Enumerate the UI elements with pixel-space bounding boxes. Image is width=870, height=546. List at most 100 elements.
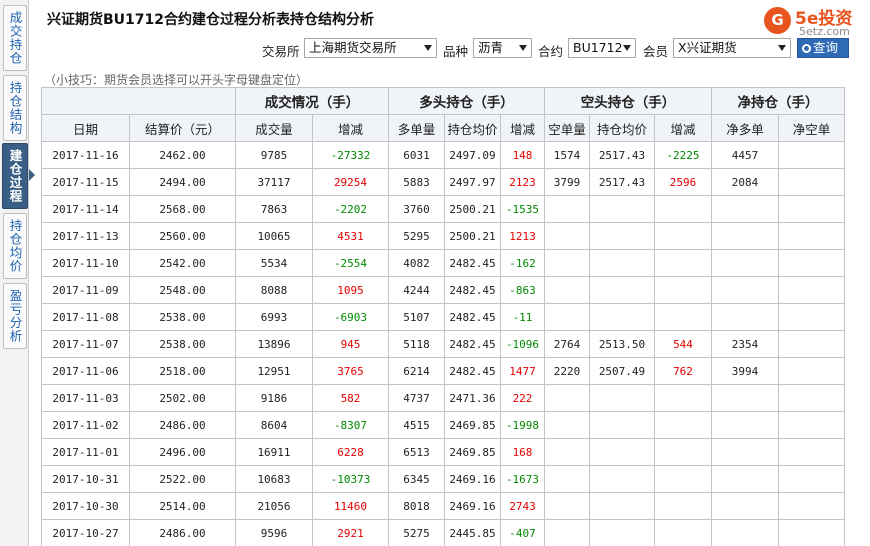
table-cell: 2017-11-06: [41, 357, 130, 385]
table-cell: 3765: [312, 357, 389, 385]
tab-profit-analysis[interactable]: 盈亏分析: [3, 283, 27, 349]
table-cell: 13896: [235, 330, 313, 358]
table-cell: 544: [654, 330, 712, 358]
table-cell: 2764: [544, 330, 590, 358]
table-cell: [711, 492, 779, 520]
table-cell: 37117: [235, 168, 313, 196]
column-header: 结算价（元）: [129, 114, 236, 142]
table-cell: -1535: [500, 195, 545, 223]
table-cell: [778, 438, 845, 466]
table-cell: 6214: [388, 357, 445, 385]
table-cell: -8307: [312, 411, 389, 439]
table-cell: 2497.97: [444, 168, 501, 196]
table-row: 2017-10-27 2486.00 9596 2921 5275 2445.85 -407: [41, 519, 845, 546]
contract-select[interactable]: BU1712: [568, 38, 636, 58]
table-cell: 2017-11-02: [41, 411, 130, 439]
column-header: 成交量: [235, 114, 313, 142]
chevron-down-icon: [778, 45, 786, 51]
table-cell: -27332: [312, 141, 389, 169]
table-cell: 6345: [388, 465, 445, 493]
table-cell: [544, 465, 590, 493]
table-cell: [544, 249, 590, 277]
table-cell: -1998: [500, 411, 545, 439]
table-cell: 2469.85: [444, 438, 501, 466]
table-cell: 2507.49: [589, 357, 655, 385]
table-cell: 6228: [312, 438, 389, 466]
table-cell: 1095: [312, 276, 389, 304]
table-cell: 2560.00: [129, 222, 236, 250]
table-row: 2017-11-07 2538.00 13896 945 5118 2482.45 -109…: [41, 330, 845, 358]
table-cell: 5295: [388, 222, 445, 250]
table-cell: [778, 168, 845, 196]
table-cell: [589, 303, 655, 331]
tab-average-price[interactable]: 持仓均价: [3, 213, 27, 279]
table-cell: 2548.00: [129, 276, 236, 304]
table-cell: 9596: [235, 519, 313, 546]
table-cell: [589, 195, 655, 223]
table-cell: [654, 519, 712, 546]
table-cell: 2518.00: [129, 357, 236, 385]
tab-volume-position[interactable]: 成交持仓: [3, 5, 27, 71]
table-cell: 2469.16: [444, 492, 501, 520]
table-cell: 6513: [388, 438, 445, 466]
tab-build-process[interactable]: 建仓过程: [2, 143, 28, 209]
table-cell: [544, 195, 590, 223]
table-cell: 2471.36: [444, 384, 501, 412]
table-cell: 2084: [711, 168, 779, 196]
column-header: 持仓均价: [444, 114, 501, 142]
group-header-row: 成交情况（手） 多头持仓（手） 空头持仓（手） 净持仓（手）: [41, 87, 845, 115]
table-cell: 1574: [544, 141, 590, 169]
table-cell: 6031: [388, 141, 445, 169]
member-select[interactable]: X兴证期货: [673, 38, 791, 58]
table-cell: 11460: [312, 492, 389, 520]
table-cell: 2445.85: [444, 519, 501, 546]
table-cell: -2202: [312, 195, 389, 223]
column-header: 净空单: [778, 114, 845, 142]
table-cell: [544, 222, 590, 250]
table-cell: 2921: [312, 519, 389, 546]
tab-position-structure[interactable]: 持仓结构: [3, 75, 27, 141]
table-cell: 2017-11-01: [41, 438, 130, 466]
query-button[interactable]: 查询: [797, 38, 849, 58]
logo-subtitle: 5etz.com: [799, 25, 850, 38]
table-cell: [778, 492, 845, 520]
table-cell: [778, 330, 845, 358]
query-button-label: 查询: [813, 40, 839, 55]
table-cell: -407: [500, 519, 545, 546]
table-cell: 2743: [500, 492, 545, 520]
search-icon: [802, 44, 811, 53]
table-row: 2017-11-01 2496.00 16911 6228 6513 2469.85 168: [41, 438, 845, 466]
table-cell: [589, 519, 655, 546]
variety-select-value: 沥青: [478, 40, 504, 55]
table-cell: 582: [312, 384, 389, 412]
table-cell: -1673: [500, 465, 545, 493]
contract-select-value: BU1712: [573, 40, 623, 55]
side-tab-strip: 成交持仓 持仓结构 建仓过程 持仓均价 盈亏分析: [0, 0, 29, 546]
table-cell: [589, 465, 655, 493]
variety-label: 品种: [443, 44, 469, 59]
table-cell: 2502.00: [129, 384, 236, 412]
table-cell: 2017-11-09: [41, 276, 130, 304]
exchange-select[interactable]: 上海期货交易所: [304, 38, 437, 58]
table-cell: 21056: [235, 492, 313, 520]
page-title: 兴证期货BU1712合约建仓过程分析表持仓结构分析: [47, 12, 375, 28]
table-cell: [778, 195, 845, 223]
table-cell: [544, 276, 590, 304]
table-cell: [778, 276, 845, 304]
table-cell: [654, 492, 712, 520]
table-cell: [711, 519, 779, 546]
table-cell: 2486.00: [129, 411, 236, 439]
table-cell: [544, 492, 590, 520]
table-cell: 4737: [388, 384, 445, 412]
variety-select[interactable]: 沥青: [473, 38, 532, 58]
table-cell: 2123: [500, 168, 545, 196]
table-cell: 2469.16: [444, 465, 501, 493]
table-cell: [654, 438, 712, 466]
chevron-down-icon: [623, 45, 631, 51]
table-cell: [711, 438, 779, 466]
table-cell: 2538.00: [129, 303, 236, 331]
table-cell: [544, 411, 590, 439]
table-cell: 2482.45: [444, 357, 501, 385]
table-cell: 6993: [235, 303, 313, 331]
table-cell: 2482.45: [444, 303, 501, 331]
